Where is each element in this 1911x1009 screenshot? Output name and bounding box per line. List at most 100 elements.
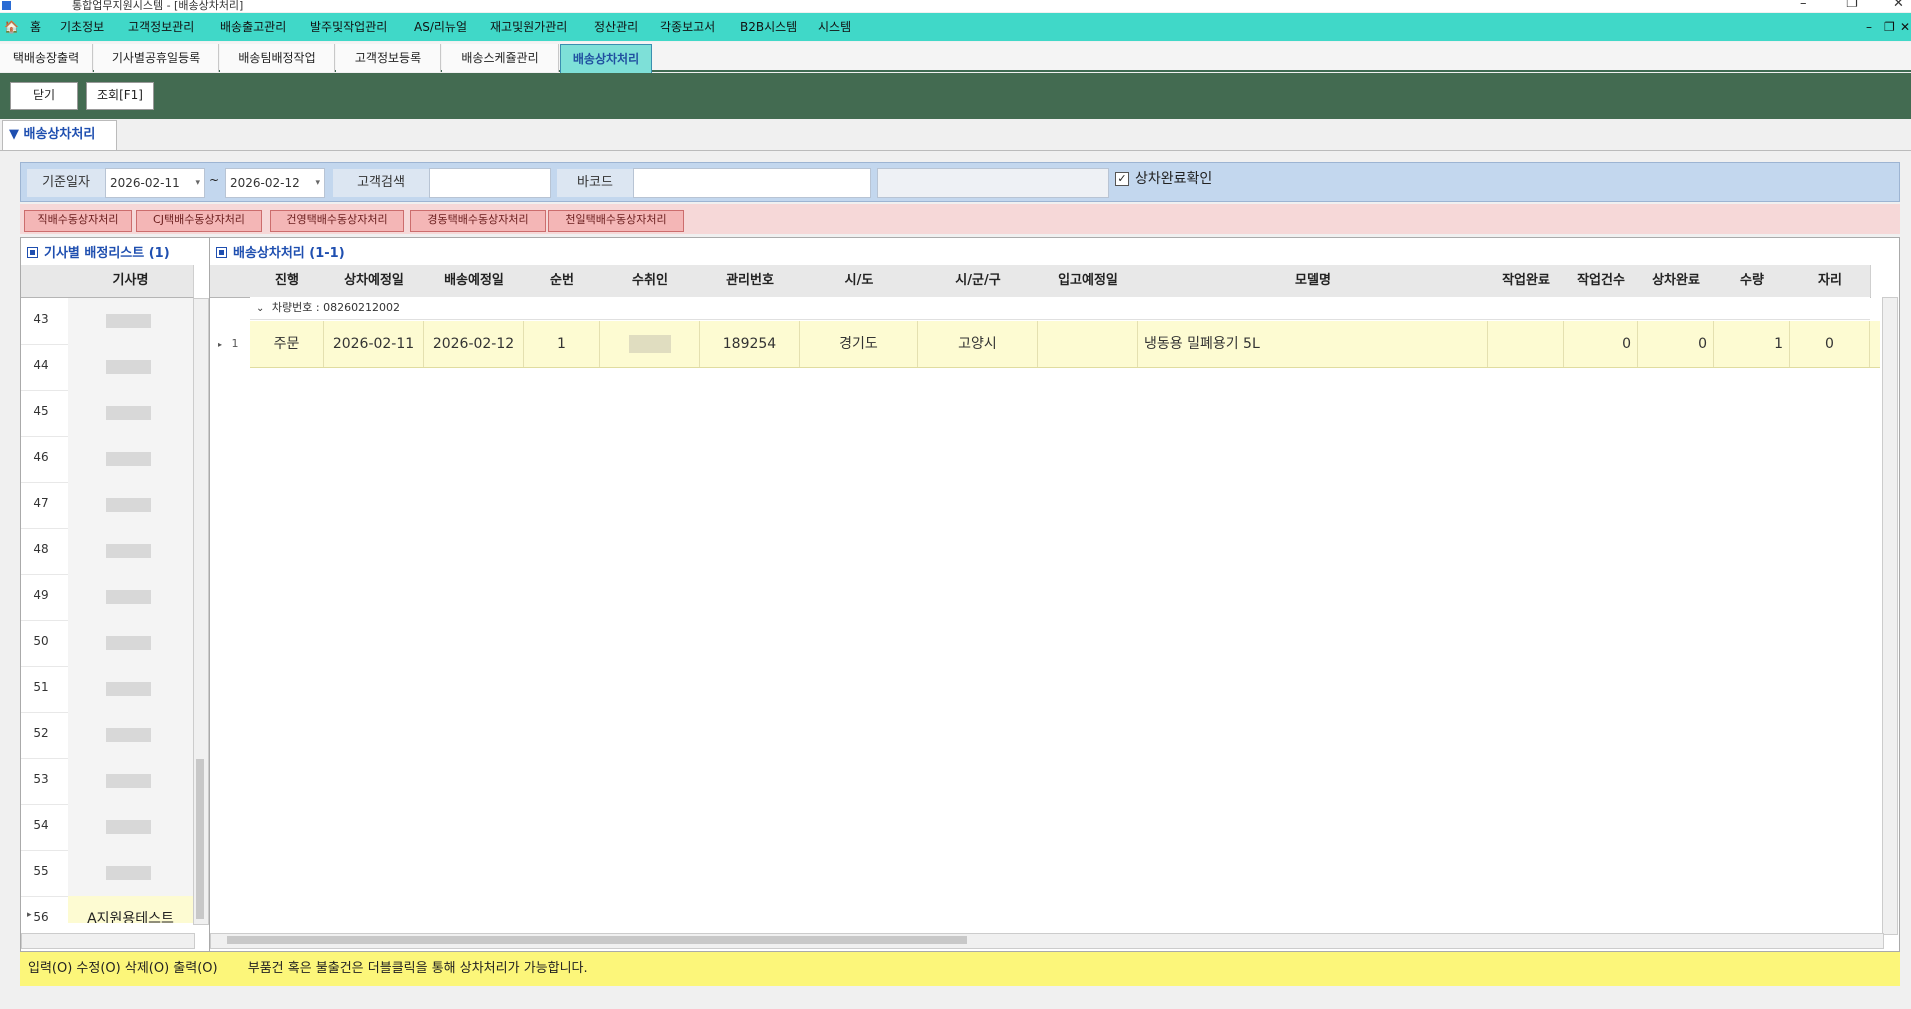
left-vertical-scrollbar[interactable]	[193, 298, 209, 925]
driver-list: 43 44 45 46 47 48 49 50 51 52 53 54 55 ▸…	[21, 298, 193, 923]
driver-list-panel: 기사별 배정리스트 (1) 기사명 43 44 45 46 47 48 49 5…	[20, 237, 210, 952]
tab-invoice-print[interactable]: 택배송장출력	[0, 44, 93, 72]
menu-basic-info[interactable]: 기초정보	[60, 13, 104, 41]
direct-manual-load-button[interactable]: 직배수동상자처리	[24, 210, 132, 232]
list-item[interactable]: 53	[21, 758, 193, 805]
col-seq-header[interactable]: 순번	[524, 265, 601, 298]
table-row[interactable]: 주문 2026-02-11 2026-02-12 1 189254 경기도 고양…	[250, 321, 1880, 368]
customer-search-label: 고객검색	[333, 169, 429, 197]
group-row[interactable]: ⌄ 차량번호 : 08260212002	[250, 297, 1870, 320]
menu-system[interactable]: 시스템	[818, 13, 851, 41]
list-item[interactable]: 52	[21, 712, 193, 759]
cell-load-done: 0	[1638, 321, 1714, 367]
col-sido-header[interactable]: 시/도	[800, 265, 919, 298]
cell-done	[1488, 321, 1564, 367]
col-status-header[interactable]: 진행	[250, 265, 325, 298]
scroll-thumb[interactable]	[196, 759, 204, 919]
col-seat-header[interactable]: 자리	[1790, 265, 1871, 298]
mdi-close-icon[interactable]: ✕	[1900, 13, 1910, 41]
title-bar: 통합업무지원시스템 - [배송상차처리] – ❐ ✕	[0, 0, 1911, 12]
cell-mgmt-no: 189254	[700, 321, 800, 367]
list-item[interactable]: 50	[21, 620, 193, 667]
mdi-restore-icon[interactable]: ❐	[1884, 13, 1895, 41]
tab-driver-holiday[interactable]: 기사별공휴일등록	[94, 44, 219, 72]
redacted-name	[106, 866, 151, 880]
col-work-count-header[interactable]: 작업건수	[1564, 265, 1639, 298]
mdi-minimize-icon[interactable]: –	[1866, 13, 1872, 41]
list-item[interactable]: 44	[21, 344, 193, 391]
driver-name-header[interactable]: 기사명	[68, 265, 194, 298]
cj-manual-load-button[interactable]: CJ택배수동상자처리	[136, 210, 262, 232]
col-receiver-header[interactable]: 수취인	[600, 265, 701, 298]
customer-search-input[interactable]	[429, 168, 551, 198]
restore-icon[interactable]: ❐	[1846, 0, 1858, 10]
left-horizontal-scrollbar[interactable]	[21, 933, 195, 949]
chevron-down-icon[interactable]: ▾	[195, 169, 200, 197]
chevron-down-icon[interactable]: ▾	[315, 169, 320, 197]
redacted-name	[106, 590, 151, 604]
search-button[interactable]: 조회[F1]	[86, 82, 154, 110]
list-item[interactable]: 54	[21, 804, 193, 851]
barcode-input[interactable]	[633, 168, 871, 198]
col-qty-header[interactable]: 수량	[1714, 265, 1791, 298]
barcode-label: 바코드	[557, 169, 633, 197]
menu-bar: 🏠 홈 기초정보 고객정보관리 배송출고관리 발주및작업관리 AS/리뉴얼 재고…	[0, 13, 1911, 41]
redacted-name	[106, 682, 151, 696]
chevron-down-icon[interactable]: ⌄	[256, 303, 264, 314]
list-item-selected[interactable]: ▸ 56 A지원용테스트	[21, 896, 193, 923]
tab-team-assign[interactable]: 배송팀배정작업	[220, 44, 335, 72]
menu-inventory-cost[interactable]: 재고및원가관리	[490, 13, 567, 41]
minimize-icon[interactable]: –	[1800, 0, 1807, 10]
close-icon[interactable]: ✕	[1893, 0, 1904, 10]
menu-home[interactable]: 홈	[30, 13, 41, 41]
col-sigungu-header[interactable]: 시/군/구	[918, 265, 1039, 298]
redacted-name	[106, 544, 151, 558]
menu-settlement[interactable]: 정산관리	[594, 13, 638, 41]
right-horizontal-scrollbar[interactable]	[210, 933, 1884, 949]
col-ship-date-header[interactable]: 배송예정일	[424, 265, 525, 298]
menu-order-work[interactable]: 발주및작업관리	[310, 13, 387, 41]
scroll-thumb[interactable]	[227, 936, 967, 944]
col-model-header[interactable]: 모델명	[1138, 265, 1489, 298]
list-item[interactable]: 46	[21, 436, 193, 483]
confirm-checkbox[interactable]: ✓	[1115, 172, 1129, 186]
status-permissions: 입력(O) 수정(O) 삭제(O) 출력(O)	[28, 961, 218, 976]
close-button[interactable]: 닫기	[10, 82, 78, 110]
row-header[interactable]: ▸ 1	[210, 321, 250, 367]
list-item[interactable]: 51	[21, 666, 193, 713]
list-item[interactable]: 49	[21, 574, 193, 621]
gunyoung-manual-load-button[interactable]: 건영택배수동상자처리	[270, 210, 404, 232]
status-message: 부품건 혹은 불출건은 더블클릭을 통해 상차처리가 가능합니다.	[247, 961, 588, 976]
list-item[interactable]: 47	[21, 482, 193, 529]
col-in-date-header[interactable]: 입고예정일	[1038, 265, 1139, 298]
menu-as-renewal[interactable]: AS/리뉴얼	[414, 13, 467, 41]
tab-customer-register[interactable]: 고객정보등록	[336, 44, 441, 72]
list-item[interactable]: 55	[21, 850, 193, 897]
menu-reports[interactable]: 각종보고서	[660, 13, 715, 41]
redacted-name	[106, 774, 151, 788]
list-item[interactable]: 45	[21, 390, 193, 437]
col-load-done-header[interactable]: 상차완료	[1638, 265, 1715, 298]
col-mgmt-no-header[interactable]: 관리번호	[700, 265, 801, 298]
cell-in-date	[1038, 321, 1138, 367]
date-from-picker[interactable]: 2026-02-11 ▾	[105, 168, 205, 198]
col-load-date-header[interactable]: 상차예정일	[324, 265, 425, 298]
list-item[interactable]: 48	[21, 528, 193, 575]
menu-delivery-out[interactable]: 배송출고관리	[220, 13, 286, 41]
cell-ship-date: 2026-02-12	[424, 321, 524, 367]
chunil-manual-load-button[interactable]: 천일택배수동상자처리	[548, 210, 684, 232]
home-icon[interactable]: 🏠	[4, 13, 19, 41]
kyungdong-manual-load-button[interactable]: 경동택배수동상자처리	[410, 210, 546, 232]
tab-delivery-schedule[interactable]: 배송스케쥴관리	[442, 44, 559, 72]
list-item[interactable]: 43	[21, 298, 193, 345]
cell-work-count: 0	[1564, 321, 1638, 367]
tab-delivery-loading[interactable]: 배송상차처리	[560, 44, 652, 74]
date-to-picker[interactable]: 2026-02-12 ▾	[225, 168, 325, 198]
row-number-header	[21, 265, 69, 298]
menu-b2b[interactable]: B2B시스템	[740, 13, 797, 41]
col-done-header[interactable]: 작업완료	[1488, 265, 1565, 298]
menu-customer[interactable]: 고객정보관리	[128, 13, 194, 41]
right-vertical-scrollbar[interactable]	[1882, 297, 1898, 935]
section-divider	[0, 150, 1911, 151]
toolbar: 닫기 조회[F1]	[0, 73, 1911, 119]
